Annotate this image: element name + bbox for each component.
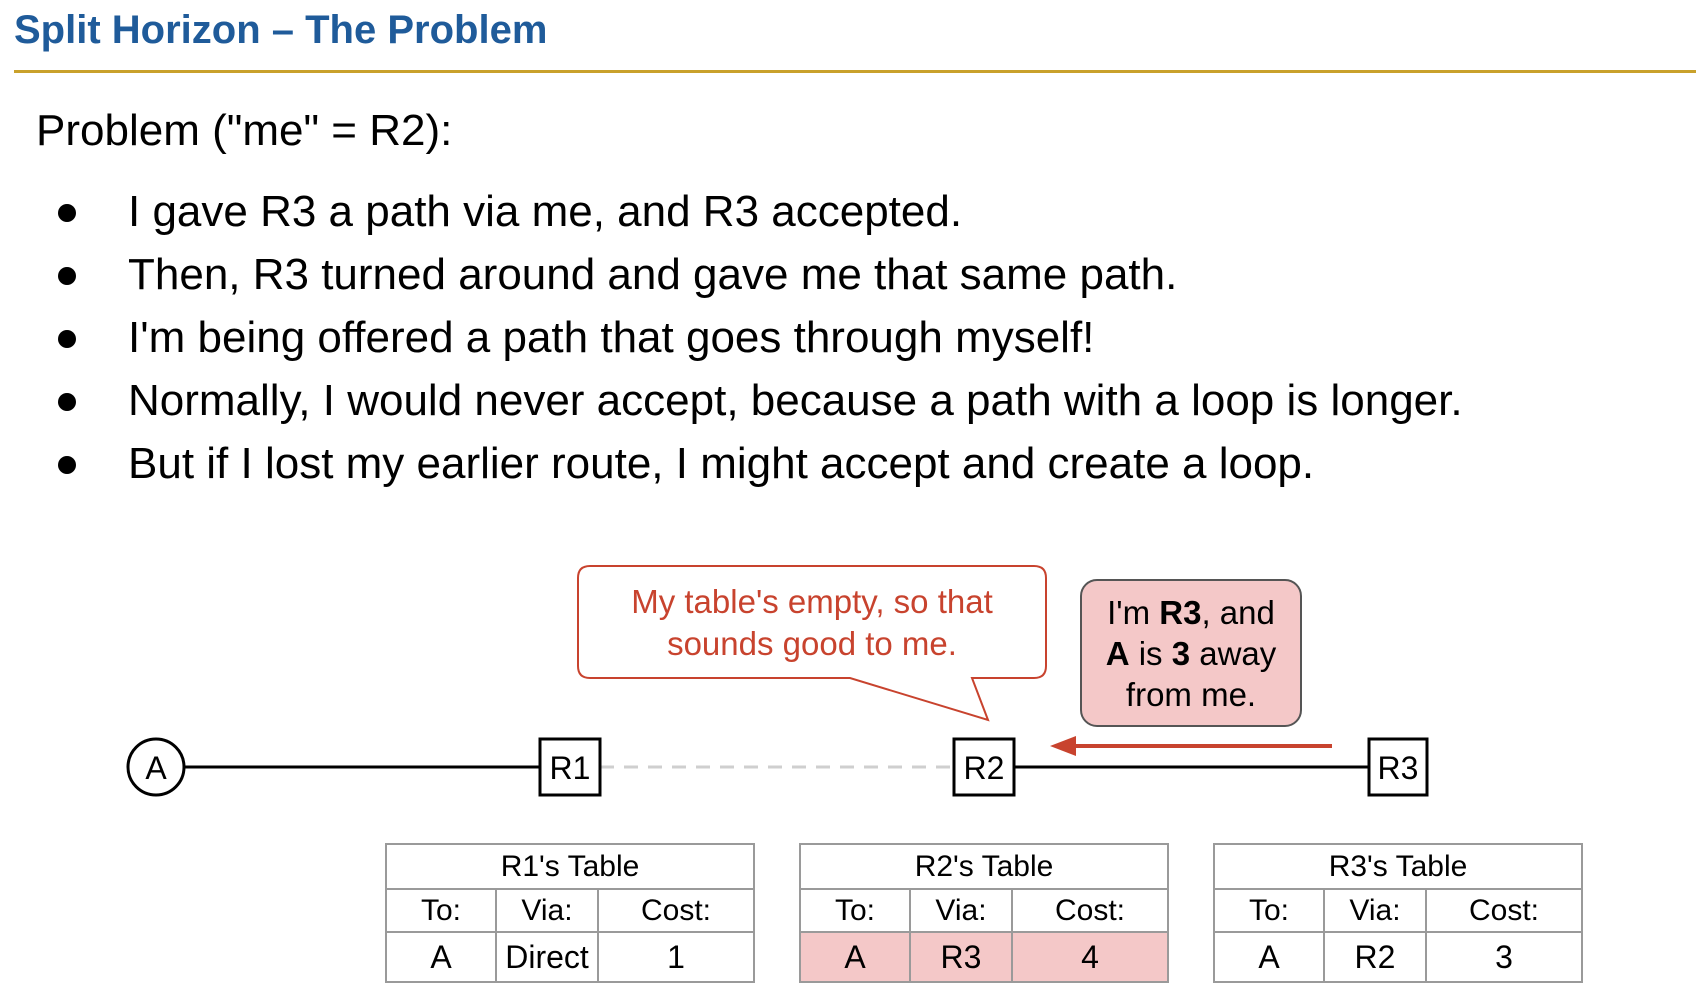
r3-callout-line-1: I'm R3, and	[1107, 594, 1275, 631]
table-caption: R2's Table	[799, 843, 1169, 890]
header-via: Via:	[495, 888, 599, 933]
table-caption: R3's Table	[1213, 843, 1583, 890]
cell-cost: 4	[1011, 931, 1169, 983]
cell-to: A	[385, 931, 497, 983]
r1-routing-table: R1's Table To: Via: Cost: A Direct 1	[385, 843, 755, 983]
r3-routing-table: R3's Table To: Via: Cost: A R2 3	[1213, 843, 1583, 983]
r3-callout-line-3: from me.	[1126, 676, 1256, 713]
arrow-head-icon	[1050, 736, 1076, 756]
r3-callout-line-2: A is 3 away	[1106, 635, 1277, 672]
header-cost: Cost:	[1011, 888, 1169, 933]
header-via: Via:	[909, 888, 1013, 933]
cell-via: R3	[909, 931, 1013, 983]
router-r1-label: R1	[550, 750, 591, 786]
header-to: To:	[799, 888, 911, 933]
router-r2-label: R2	[964, 750, 1005, 786]
r2-routing-table: R2's Table To: Via: Cost: A R3 4	[799, 843, 1169, 983]
destination-label: A	[145, 750, 167, 786]
cell-via: R2	[1323, 931, 1427, 983]
table-caption: R1's Table	[385, 843, 755, 890]
header-to: To:	[385, 888, 497, 933]
cell-cost: 1	[597, 931, 755, 983]
r2-callout-line-2: sounds good to me.	[667, 625, 957, 662]
header-via: Via:	[1323, 888, 1427, 933]
header-to: To:	[1213, 888, 1325, 933]
highlighted-row: A R3 4	[799, 931, 1169, 983]
r2-callout-line-1: My table's empty, so that	[631, 583, 993, 620]
cell-to: A	[1213, 931, 1325, 983]
cell-to: A	[799, 931, 911, 983]
cell-cost: 3	[1425, 931, 1583, 983]
header-cost: Cost:	[1425, 888, 1583, 933]
router-r3-label: R3	[1378, 750, 1419, 786]
header-cost: Cost:	[597, 888, 755, 933]
cell-via: Direct	[495, 931, 599, 983]
